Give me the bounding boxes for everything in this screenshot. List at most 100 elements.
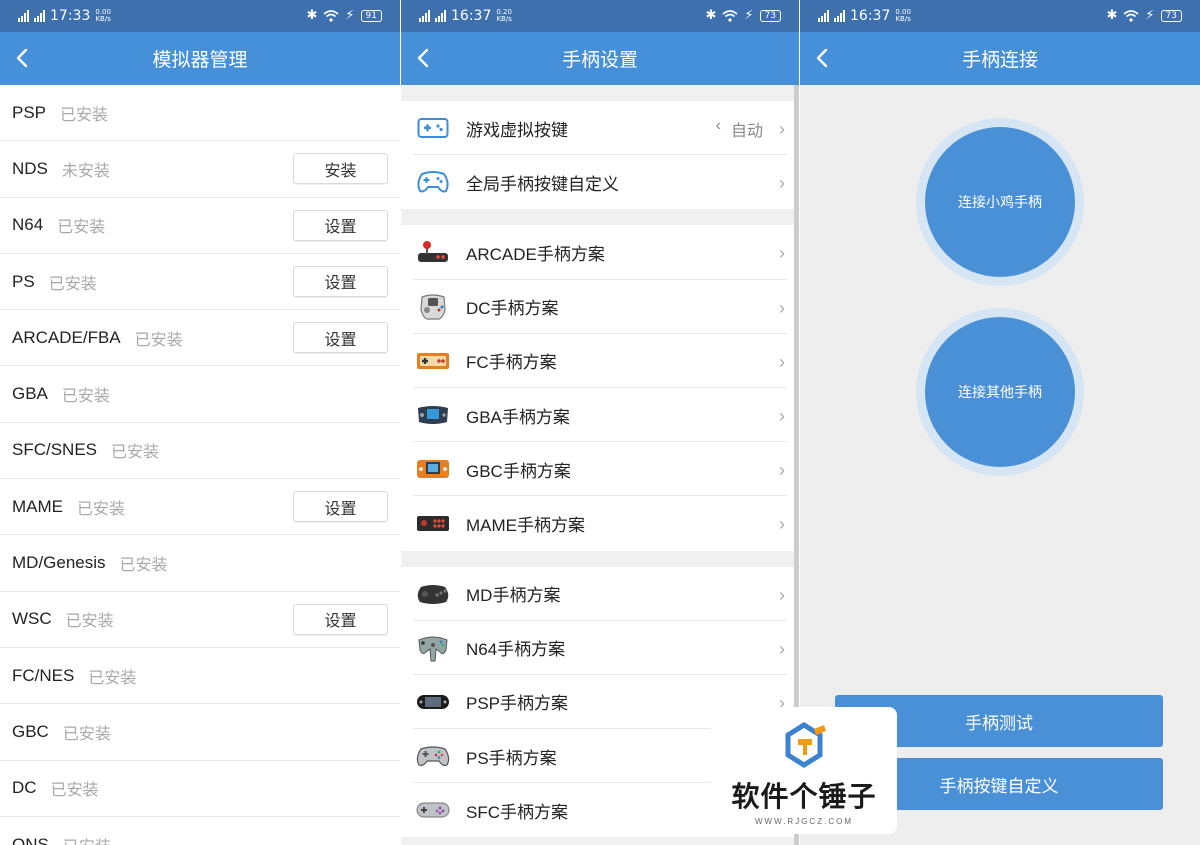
settings-row[interactable]: ARCADE手柄方案 › xyxy=(401,225,799,280)
page-title: 模拟器管理 xyxy=(152,50,248,71)
wifi-icon xyxy=(1123,9,1139,22)
gamepad-outline-icon xyxy=(415,113,451,143)
status-time: 16:37 xyxy=(850,8,891,24)
emulator-row[interactable]: MD/Genesis 已安装 xyxy=(0,535,400,592)
settings-value-text: 自动 xyxy=(730,123,763,140)
emulator-status: 已安装 xyxy=(62,725,111,743)
chevron-right-icon: › xyxy=(779,460,785,481)
connect-other-halo: 连接其他手柄 xyxy=(916,308,1084,476)
settings-row-label: PS手柄方案 xyxy=(466,748,557,768)
settings-row[interactable]: GBC手柄方案 › xyxy=(401,442,799,497)
emulator-name: FC/NES xyxy=(12,665,75,685)
status-time: 17:33 xyxy=(50,8,91,24)
emulator-name: GBC xyxy=(12,721,49,741)
settings-row-label: ARCADE手柄方案 xyxy=(466,244,605,264)
settings-row[interactable]: MAME手柄方案 › xyxy=(401,496,799,550)
chevron-left-icon[interactable]: ‹ xyxy=(716,117,721,141)
emulator-row[interactable]: MAME 已安装 设置 xyxy=(0,479,400,536)
settings-row[interactable]: MD手柄方案 › xyxy=(401,567,799,621)
emulator-action-button[interactable]: 设置 xyxy=(293,491,388,523)
settings-row[interactable]: DC手柄方案 › xyxy=(401,280,799,334)
psp-console-icon xyxy=(415,687,451,717)
signal-icon xyxy=(435,10,446,22)
emulator-row[interactable]: NDS 未安装 安装 xyxy=(0,141,400,198)
watermark-text: 软件个锤子 xyxy=(731,780,877,813)
emulator-status: 已安装 xyxy=(60,106,109,124)
emulator-row[interactable]: N64 已安装 设置 xyxy=(0,197,400,254)
connect-other-button[interactable]: 连接其他手柄 xyxy=(925,317,1075,467)
n64-controller-icon xyxy=(415,633,451,663)
emulator-action-button[interactable]: 安装 xyxy=(293,153,388,185)
fc-controller-icon xyxy=(415,346,451,376)
settings-row-label: FC手柄方案 xyxy=(466,353,557,373)
settings-row[interactable]: FC手柄方案 › xyxy=(401,334,799,389)
chevron-right-icon: › xyxy=(779,173,785,194)
emulator-action-button[interactable]: 设置 xyxy=(293,265,388,297)
emulator-row[interactable]: GBA 已安装 xyxy=(0,366,400,423)
emulator-row[interactable]: DC 已安装 xyxy=(0,760,400,817)
emulator-status: 已安装 xyxy=(50,782,99,800)
emulator-row[interactable]: PSP 已安装 xyxy=(0,85,400,142)
emulator-name: DC xyxy=(12,778,37,798)
hammer-logo-icon xyxy=(785,722,826,768)
chevron-right-icon: › xyxy=(779,119,785,139)
emulator-status: 已安装 xyxy=(48,275,97,293)
emulator-action-button[interactable]: 设置 xyxy=(293,209,388,241)
emulator-name: ONS xyxy=(12,834,49,845)
emulator-row[interactable]: FC/NES 已安装 xyxy=(0,647,400,705)
emulator-name: WSC xyxy=(12,609,52,629)
settings-row[interactable]: 全局手柄按键自定义 › xyxy=(401,155,799,209)
dc-controller-icon xyxy=(415,292,451,322)
emulator-row[interactable]: PS 已安装 设置 xyxy=(0,253,400,311)
emulator-row[interactable]: SFC/SNES 已安装 xyxy=(0,422,400,480)
settings-row[interactable]: 游戏虚拟按键 ‹ 自动 › xyxy=(401,101,799,156)
status-bar: 16:37 0.20 KB/s ✱ ⚡ 73 xyxy=(401,0,799,32)
title-bar: 模拟器管理 xyxy=(0,32,400,85)
emulator-action-button[interactable]: 设置 xyxy=(293,603,388,635)
emulator-row[interactable]: ONS 已安装 xyxy=(0,816,400,845)
title-bar: 手柄设置 xyxy=(401,32,799,85)
gamepad-round-icon xyxy=(415,167,451,197)
chevron-right-icon: › xyxy=(779,638,785,659)
arcade-stick-icon xyxy=(415,237,451,267)
emulator-action-button[interactable]: 设置 xyxy=(293,322,388,354)
chevron-right-icon: › xyxy=(779,405,785,426)
bluetooth-icon: ✱ xyxy=(705,8,717,23)
connect-xiaoji-button[interactable]: 连接小鸡手柄 xyxy=(925,127,1075,277)
bluetooth-icon: ✱ xyxy=(1106,8,1118,23)
emulator-status: 已安装 xyxy=(77,500,126,518)
emulator-name: SFC/SNES xyxy=(12,440,98,460)
net-speed-unit: KB/s xyxy=(95,15,111,23)
chevron-right-icon: › xyxy=(779,351,785,372)
bluetooth-icon: ✱ xyxy=(306,8,318,23)
net-speed-unit: KB/s xyxy=(496,15,512,23)
gbc-console-icon xyxy=(415,454,451,484)
emulator-name: PSP xyxy=(12,102,47,122)
back-arrow-icon[interactable] xyxy=(12,47,34,69)
emulator-name: N64 xyxy=(12,215,44,235)
back-arrow-icon[interactable] xyxy=(413,47,435,69)
signal-icon xyxy=(818,10,829,22)
battery-level: 73 xyxy=(1160,9,1182,22)
settings-group: ARCADE手柄方案 › DC手柄方案 › FC手柄方案 › GBA手柄方案 › GBC手柄方案… xyxy=(401,225,799,551)
settings-row-label: MD手柄方案 xyxy=(466,586,561,606)
emulator-row[interactable]: ARCADE/FBA 已安装 设置 xyxy=(0,310,400,367)
emulator-row[interactable]: WSC 已安装 设置 xyxy=(0,591,400,648)
settings-row-label: GBA手柄方案 xyxy=(466,407,570,427)
battery-level: 73 xyxy=(759,9,781,22)
title-bar: 手柄连接 xyxy=(800,32,1200,85)
watermark-url: WWW.RJGCZ.COM xyxy=(755,817,853,826)
settings-row-label: MAME手柄方案 xyxy=(466,515,585,535)
back-arrow-icon[interactable] xyxy=(812,47,834,69)
settings-row-value: ‹ 自动 xyxy=(716,117,763,141)
settings-row[interactable]: GBA手柄方案 › xyxy=(401,388,799,443)
settings-row-label: 游戏虚拟按键 xyxy=(466,120,568,140)
settings-row-label: DC手柄方案 xyxy=(466,299,559,319)
emulator-status: 已安装 xyxy=(61,388,110,406)
signal-icon xyxy=(419,10,430,22)
chevron-right-icon: › xyxy=(779,584,785,605)
emulator-manager-screen: 17:33 0.00 KB/s ✱ ⚡ 91 模拟器管理 PSP 已安装 NDS 未安装… xyxy=(0,0,400,845)
settings-row[interactable]: N64手柄方案 › xyxy=(401,621,799,676)
chevron-right-icon: › xyxy=(779,297,785,318)
emulator-row[interactable]: GBC 已安装 xyxy=(0,704,400,761)
